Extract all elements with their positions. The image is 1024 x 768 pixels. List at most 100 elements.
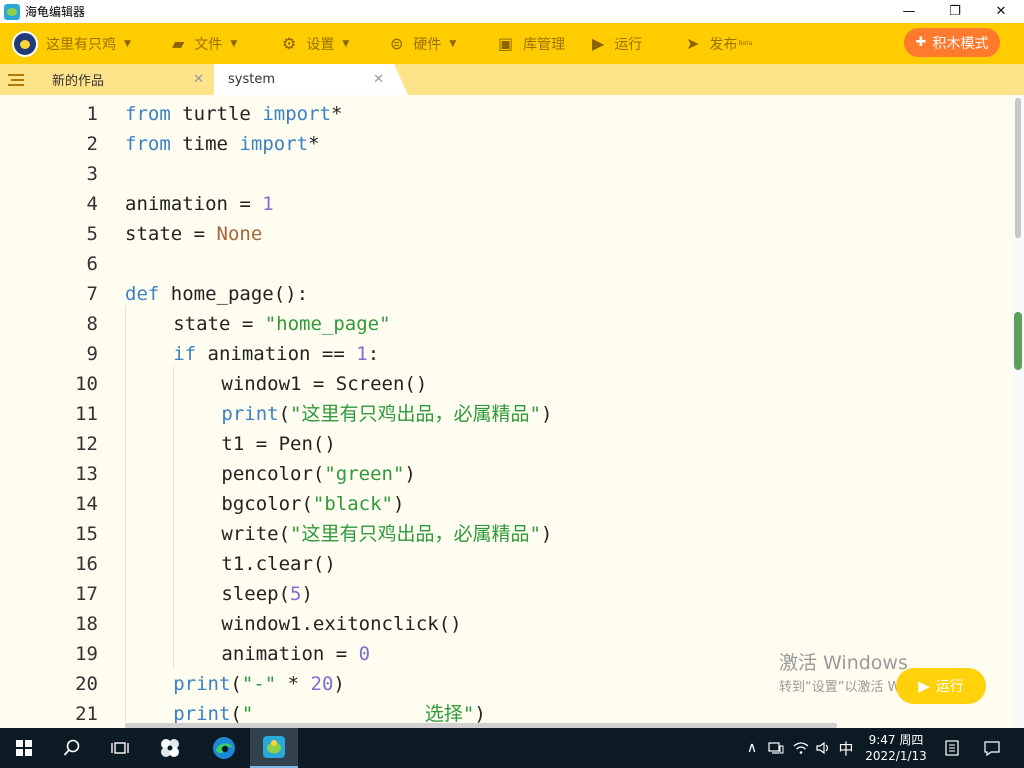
chevron-down-icon: ▼ <box>449 38 457 49</box>
settings-menu-label: 设置 <box>306 36 335 53</box>
code-token: bgcolor( <box>221 493 313 515</box>
wifi-icon[interactable] <box>790 728 812 768</box>
code-line: 15 write("这里有只鸡出品，必属精品") <box>0 519 1012 549</box>
code-text: bgcolor("black") <box>221 489 404 519</box>
ime-indicator[interactable]: 中 <box>836 728 856 768</box>
window-controls: — ❐ ✕ <box>886 0 1024 23</box>
settings-menu[interactable]: ⚙ 设置 ▼ <box>282 23 349 64</box>
line-number: 16 <box>75 553 98 575</box>
volume-icon[interactable] <box>814 728 834 768</box>
code-token: pencolor( <box>221 463 325 485</box>
code-line: 4 animation = 1 <box>0 189 1012 219</box>
floating-run-button[interactable]: ▶ 运行 <box>896 668 986 704</box>
tab-system[interactable]: system ✕ <box>214 64 408 95</box>
code-line: 14 bgcolor("black") <box>0 489 1012 519</box>
code-string: "black" <box>312 493 393 515</box>
block-mode-label: 积木模式 <box>932 35 989 52</box>
publish-button[interactable]: ➤ 发布 Beta <box>686 23 752 64</box>
block-mode-button[interactable]: ✚ 积木模式 <box>904 28 1000 57</box>
code-line: 8 state = "home_page" <box>0 309 1012 339</box>
chevron-down-icon: ▼ <box>342 38 350 49</box>
code-text: t1.clear() <box>221 549 335 579</box>
floating-run-label: 运行 <box>935 679 964 695</box>
search-icon[interactable] <box>48 728 96 768</box>
tab-bar: 新的作品 ✕ system ✕ <box>0 64 1024 95</box>
code-token: ( <box>230 703 242 725</box>
code-text: from time import* <box>125 129 320 159</box>
code-number: 1 <box>262 193 274 215</box>
file-menu[interactable]: ▰ 文件 ▼ <box>172 23 237 64</box>
hardware-menu-label: 硬件 <box>413 36 442 53</box>
code-token: animation = <box>221 643 359 665</box>
avatar <box>12 30 38 57</box>
system-clock[interactable]: 9:47 周四 2022/1/13 <box>858 728 934 768</box>
scrollbar-thumb[interactable] <box>1014 312 1022 370</box>
code-token: ( <box>278 403 291 425</box>
code-keyword: import <box>239 133 309 155</box>
code-line: 1 from turtle import* <box>0 99 1012 129</box>
line-number: 13 <box>75 463 98 485</box>
folder-icon: ▰ <box>172 34 185 53</box>
line-number: 4 <box>86 193 98 215</box>
code-token: sleep( <box>221 583 291 605</box>
title-bar: 海龟编辑器 — ❐ ✕ <box>0 0 1024 23</box>
code-keyword: def <box>125 283 160 305</box>
code-text: pencolor("green") <box>221 459 415 489</box>
code-text: state = None <box>125 219 262 249</box>
run-button[interactable]: ▶ 运行 <box>592 23 642 64</box>
code-line: 3 <box>0 159 1012 189</box>
code-line: 17 sleep(5) <box>0 579 1012 609</box>
tab-label: system <box>228 72 275 87</box>
scrollbar-track-indicator <box>1015 98 1021 238</box>
library-button[interactable]: ▣ 库管理 <box>498 23 565 64</box>
close-icon[interactable]: ✕ <box>193 72 204 87</box>
code-token: write( <box>221 523 291 545</box>
code-token: window1 = Screen() <box>221 373 428 395</box>
line-number: 20 <box>75 673 98 695</box>
code-token: t1.clear() <box>221 553 336 575</box>
code-text: if animation == 1: <box>173 339 379 369</box>
play-icon: ▶ <box>592 34 605 53</box>
code-token: time <box>182 133 228 155</box>
publish-label: 发布 <box>709 36 738 53</box>
paper-plane-icon: ➤ <box>686 34 700 53</box>
notes-icon[interactable] <box>940 728 964 768</box>
sidebar-toggle-button[interactable] <box>0 64 32 95</box>
turtle-editor-icon[interactable] <box>250 728 298 768</box>
hardware-menu[interactable]: ⊜ 硬件 ▼ <box>390 23 456 64</box>
minimize-button[interactable]: — <box>886 0 932 23</box>
edge-browser-icon[interactable] <box>200 728 248 768</box>
line-number: 1 <box>86 103 98 125</box>
code-token: ) <box>540 403 553 425</box>
code-token: state = <box>125 223 217 245</box>
code-text: write("这里有只鸡出品，必属精品") <box>221 519 552 549</box>
windows-taskbar: ∧ 中 9:47 周四 2022/1/13 <box>0 728 1024 768</box>
network-icon[interactable] <box>766 728 786 768</box>
run-label: 运行 <box>614 36 643 53</box>
code-text: animation = 1 <box>125 189 274 219</box>
show-hidden-icons[interactable]: ∧ <box>744 728 760 768</box>
tab-new-work[interactable]: 新的作品 ✕ <box>32 64 214 95</box>
maximize-button[interactable]: ❐ <box>932 0 978 23</box>
inbox-icon: ▣ <box>498 34 514 53</box>
code-constant: None <box>216 223 263 245</box>
code-token: * <box>308 133 320 155</box>
close-icon[interactable]: ✕ <box>373 72 384 87</box>
windows-start-icon[interactable] <box>0 728 48 768</box>
clock-time: 9:47 周四 <box>868 733 924 747</box>
user-menu[interactable]: 这里有只鸡 ▼ <box>12 23 131 64</box>
clock-date: 2022/1/13 <box>865 749 927 763</box>
task-view-icon[interactable] <box>96 728 144 768</box>
code-keyword: from <box>125 103 171 125</box>
code-keyword: if <box>173 343 197 365</box>
close-button[interactable]: ✕ <box>978 0 1024 23</box>
code-editor[interactable]: 1 from turtle import* 2 from time import* 3 4… <box>0 95 1024 728</box>
code-token: : <box>367 343 380 365</box>
code-token: * <box>330 103 343 125</box>
chevron-down-icon: ▼ <box>124 38 131 49</box>
code-text: def home_page(): <box>125 279 308 309</box>
robot-icon: ⊜ <box>390 34 404 53</box>
pinwheel-app-icon[interactable] <box>146 728 194 768</box>
notification-icon[interactable] <box>980 728 1004 768</box>
code-token: home_page(): <box>170 283 309 305</box>
